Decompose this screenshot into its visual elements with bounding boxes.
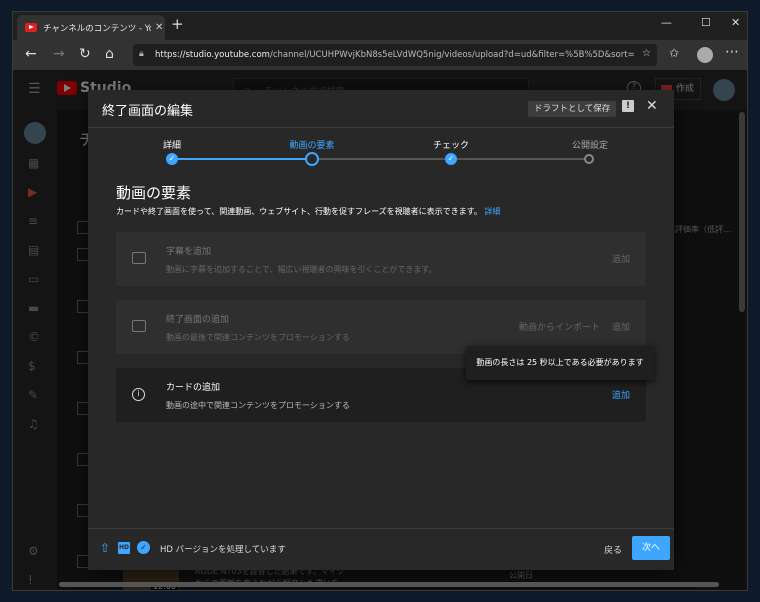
card-subtitle: 動画の最後で関連コンテンツをプロモーションする <box>166 333 350 342</box>
section-title: 動画の要素 <box>116 184 192 202</box>
end-screen-icon <box>132 320 146 332</box>
step-checks-label[interactable]: チェック <box>401 138 501 151</box>
more-menu-icon[interactable]: ⋯ <box>725 44 739 60</box>
step-current-dot-icon <box>305 152 319 166</box>
learn-more-link[interactable]: 詳細 <box>484 207 500 216</box>
section-description: カードや終了画面を使って、関連動画、ウェブサイト、行動を促すフレーズを視聴者に表… <box>116 206 500 217</box>
upload-icon: ⇧ <box>100 541 111 555</box>
card-subtitle: 動画に字幕を追加することで、幅広い視聴者の興味を引くことができます。 <box>166 265 437 274</box>
new-tab-button[interactable]: + <box>171 15 184 33</box>
url-text: https://studio.youtube.com/channel/UCUHP… <box>155 50 635 60</box>
tab-title: チャンネルのコンテンツ - YouTube Stu <box>43 23 151 34</box>
add-card-button[interactable]: 追加 <box>612 388 630 401</box>
add-subtitles-button[interactable]: 追加 <box>612 252 630 265</box>
back-arrow-icon[interactable]: ← <box>25 46 37 62</box>
tab-close-icon[interactable]: ✕ <box>155 22 163 33</box>
checks-complete-icon: ✓ <box>137 541 150 554</box>
title-bar: チャンネルのコンテンツ - YouTube Stu ✕ + — ☐ ✕ <box>13 12 747 40</box>
step-line-done <box>172 158 312 160</box>
close-window-button[interactable]: ✕ <box>731 16 740 29</box>
step-details-check-icon: ✓ <box>166 153 178 165</box>
save-draft-button[interactable]: ドラフトとして保存 <box>528 101 617 117</box>
dialog-title: 終了画面の編集 <box>102 104 194 119</box>
feedback-flag-icon[interactable]: ! <box>622 100 634 112</box>
favorite-star-icon[interactable]: ☆ <box>642 48 651 59</box>
reload-icon[interactable]: ↻ <box>79 46 91 62</box>
maximize-button[interactable]: ☐ <box>701 16 711 29</box>
end-screen-editor-dialog: 終了画面の編集 ドラフトとして保存 ! ✕ 詳細 動画の要素 チェック 公開設定… <box>88 90 674 570</box>
url-host: https://studio.youtube.com <box>155 50 270 60</box>
home-icon[interactable]: ⌂ <box>105 46 114 62</box>
duration-tooltip: 動画の長さは 25 秒以上である必要があります <box>466 346 654 380</box>
step-visibility-label[interactable]: 公開設定 <box>540 138 640 151</box>
dialog-footer: ⇧ HD ✓ HD バージョンを処理しています 戻る 次へ <box>88 528 674 570</box>
url-path: /channel/UCUHPWvjKbN8s5eLVdWQ5nig/videos… <box>269 50 635 60</box>
info-icon: i <box>132 388 145 401</box>
lock-icon: 🔒︎ <box>139 49 144 59</box>
vertical-scrollbar[interactable] <box>739 112 745 312</box>
card-subtitle: 動画の途中で関連コンテンツをプロモーションする <box>166 401 350 410</box>
card-title: 字幕を追加 <box>166 247 212 257</box>
minimize-button[interactable]: — <box>661 16 672 29</box>
hd-icon: HD <box>118 542 130 554</box>
studio-page: ☰ Studio ⌕ チャンネル内で検索 ? 作成 ▦ ▶ ≡ ▤ ▭ ▬ <box>13 70 747 590</box>
browser-tab[interactable]: チャンネルのコンテンツ - YouTube Stu ✕ <box>17 15 165 40</box>
address-bar: ← → ↻ ⌂ 🔒︎ https://studio.youtube.com/ch… <box>13 40 747 70</box>
subtitles-icon <box>132 252 146 264</box>
back-button[interactable]: 戻る <box>604 543 622 556</box>
card-title: 終了画面の追加 <box>166 315 230 325</box>
card-title: カードの追加 <box>166 383 221 393</box>
step-elements-label[interactable]: 動画の要素 <box>262 138 362 151</box>
close-icon[interactable]: ✕ <box>646 98 658 114</box>
horizontal-scrollbar[interactable] <box>59 582 719 587</box>
import-from-video-button[interactable]: 動画からインポート <box>519 320 600 333</box>
section-description-text: カードや終了画面を使って、関連動画、ウェブサイト、行動を促すフレーズを視聴者に表… <box>116 207 482 216</box>
subtitles-card: 字幕を追加 動画に字幕を追加することで、幅広い視聴者の興味を引くことができます。… <box>116 232 646 286</box>
processing-status: HD バージョンを処理しています <box>160 545 286 555</box>
step-checks-check-icon: ✓ <box>445 153 457 165</box>
add-end-screen-button[interactable]: 追加 <box>612 320 630 333</box>
browser-window: チャンネルのコンテンツ - YouTube Stu ✕ + — ☐ ✕ ← → … <box>12 11 748 591</box>
url-field[interactable]: 🔒︎ https://studio.youtube.com/channel/UC… <box>133 44 657 66</box>
dialog-header: 終了画面の編集 ドラフトとして保存 ! ✕ <box>88 90 674 128</box>
profile-avatar[interactable] <box>697 47 713 63</box>
next-button[interactable]: 次へ <box>632 536 670 560</box>
favorites-icon[interactable]: ✩ <box>669 46 679 60</box>
step-visibility-dot-icon <box>584 154 594 164</box>
forward-arrow-icon[interactable]: → <box>53 46 65 62</box>
youtube-favicon-icon <box>25 23 37 32</box>
step-details-label[interactable]: 詳細 <box>122 138 222 151</box>
